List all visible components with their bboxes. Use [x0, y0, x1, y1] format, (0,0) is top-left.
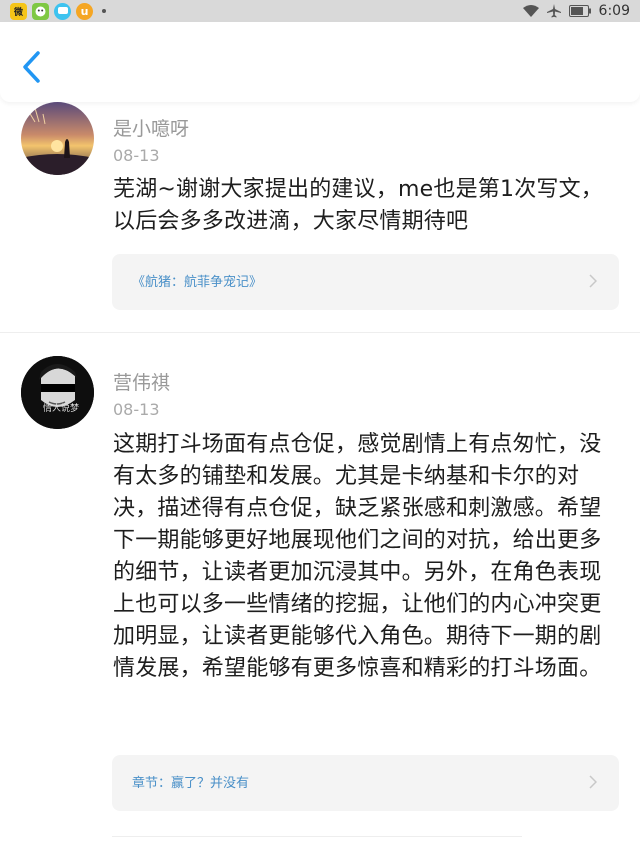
- cartoon-app-icon: [32, 2, 49, 20]
- divider: [112, 836, 522, 837]
- divider: [0, 332, 640, 333]
- chat-app-icon: [54, 2, 71, 20]
- chevron-left-icon: [23, 51, 40, 83]
- airplane-icon: [546, 4, 561, 18]
- username[interactable]: 是小噫呀: [113, 114, 189, 141]
- avatar[interactable]: [21, 102, 94, 175]
- more-notifications-dot: [102, 9, 106, 13]
- weibo-app-icon: 微: [10, 2, 27, 20]
- source-link-title: 《航猪：航菲争宠记》: [132, 275, 263, 290]
- clock: 6:09: [598, 3, 630, 19]
- avatar[interactable]: 情人说梦: [21, 356, 94, 429]
- comment-date: 08-13: [113, 400, 160, 419]
- comment-text: 芜湖~谢谢大家提出的建议，me也是第1次写文，以后会多多改进滴，大家尽情期待吧: [113, 177, 603, 234]
- chevron-right-icon: [589, 775, 597, 789]
- source-link-title: 章节：赢了？并没有: [132, 776, 250, 791]
- u-app-icon: u: [76, 2, 93, 20]
- back-button[interactable]: [20, 50, 50, 90]
- chevron-right-icon: [589, 274, 597, 288]
- status-bar: 微 u 6:09: [0, 0, 640, 22]
- source-link-card[interactable]: 章节：赢了？并没有: [112, 755, 619, 811]
- avatar-caption: 情人说梦: [43, 404, 80, 414]
- username[interactable]: 营伟祺: [113, 368, 170, 395]
- comment-date: 08-13: [113, 146, 160, 165]
- wifi-icon: [522, 5, 539, 17]
- system-status: 6:09: [522, 3, 630, 19]
- top-app-bar: [0, 22, 640, 102]
- comment-text: 这期打斗场面有点仓促，感觉剧情上有点匆忙，没有太多的铺垫和发展。尤其是卡纳基和卡…: [113, 432, 602, 681]
- battery-icon: [568, 5, 591, 17]
- source-link-card[interactable]: 《航猪：航菲争宠记》: [112, 254, 619, 310]
- notification-icons: 微 u: [10, 2, 106, 20]
